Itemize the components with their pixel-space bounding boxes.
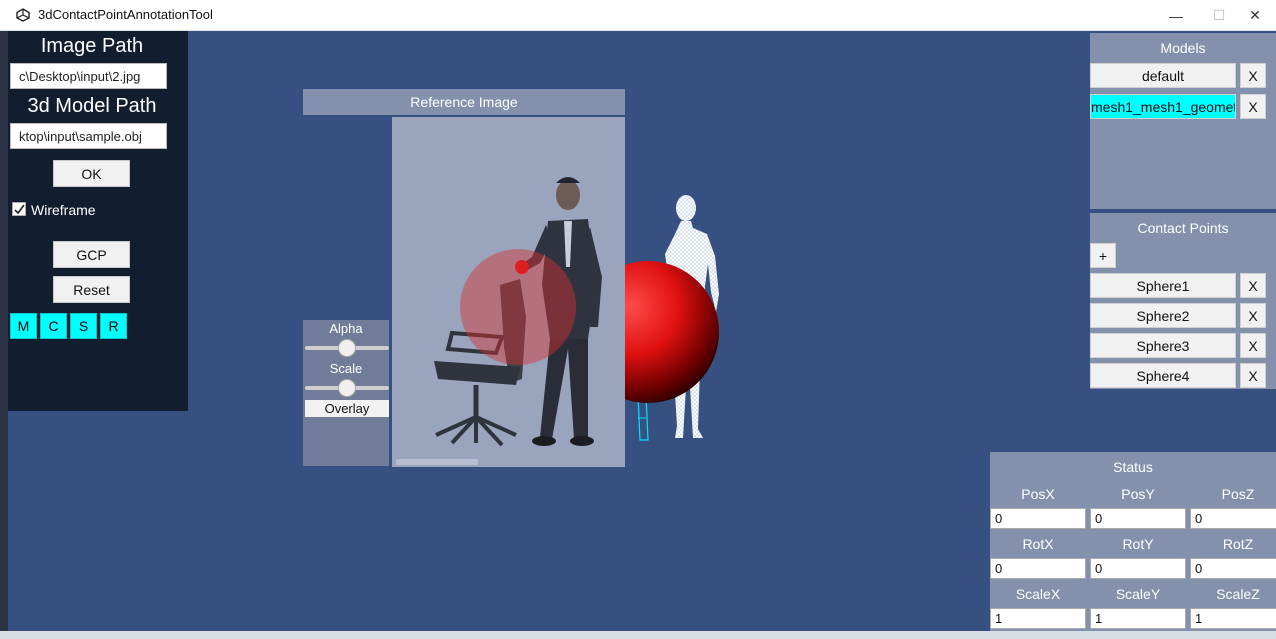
reference-image-header: Reference Image (303, 89, 625, 115)
reset-button[interactable]: Reset (53, 276, 130, 303)
rot-y-label: RotY (1122, 536, 1154, 552)
reference-image (392, 117, 625, 467)
contact-point-item[interactable]: Sphere3 (1090, 333, 1236, 358)
pos-x-label: PosX (1021, 486, 1055, 502)
overlay-control-panel: Alpha Scale Overlay (303, 320, 389, 466)
pos-x-input[interactable]: 0 (990, 508, 1086, 529)
scale-z-input[interactable]: 1 (1190, 608, 1276, 629)
model-item-mesh[interactable]: mesh1_mesh1_geometry (1090, 94, 1236, 119)
wireframe-label: Wireframe (31, 202, 96, 218)
alpha-slider[interactable] (305, 339, 389, 357)
window-titlebar: 3dContactPointAnnotationTool — ☐ ✕ (0, 0, 1276, 31)
overlay-button[interactable]: Overlay (305, 400, 389, 417)
wireframe-checkbox[interactable] (12, 202, 26, 216)
alpha-slider-thumb[interactable] (338, 339, 356, 357)
pos-z-label: PosZ (1221, 486, 1255, 502)
remove-contact-point-button[interactable]: X (1240, 303, 1266, 328)
pos-y-label: PosY (1121, 486, 1155, 502)
rot-x-input[interactable]: 0 (990, 558, 1086, 579)
model-path-input[interactable]: ktop\input\sample.obj (10, 123, 167, 149)
gcp-button[interactable]: GCP (53, 241, 130, 268)
remove-model-button[interactable]: X (1240, 63, 1266, 88)
contact-point-item[interactable]: Sphere1 (1090, 273, 1236, 298)
window-title: 3dContactPointAnnotationTool (38, 7, 213, 22)
scale-y-label: ScaleY (1115, 586, 1161, 602)
contact-point-item[interactable]: Sphere2 (1090, 303, 1236, 328)
rot-z-label: RotZ (1222, 536, 1254, 552)
taskbar-strip (0, 631, 1276, 639)
alpha-label: Alpha (329, 321, 363, 336)
rot-y-input[interactable]: 0 (1090, 558, 1186, 579)
image-path-heading: Image Path (40, 35, 144, 57)
scale-slider-thumb[interactable] (338, 379, 356, 397)
models-title: Models (1160, 40, 1206, 56)
model-item-default[interactable]: default (1090, 63, 1236, 88)
scale-x-input[interactable]: 1 (990, 608, 1086, 629)
contact-points-panel: Contact Points + Sphere1 X Sphere2 X Sph… (1090, 213, 1276, 389)
rot-x-label: RotX (1022, 536, 1054, 552)
rot-z-input[interactable]: 0 (1190, 558, 1276, 579)
contact-point-item[interactable]: Sphere4 (1090, 363, 1236, 388)
models-panel: Models default X mesh1_mesh1_geometry X (1090, 33, 1276, 209)
ok-button[interactable]: OK (53, 160, 130, 187)
status-panel: Status PosX PosY PosZ 0 0 0 RotX RotY Ro… (990, 452, 1276, 631)
scale-slider[interactable] (305, 379, 389, 397)
mode-s-button[interactable]: S (70, 313, 97, 339)
unity-app-icon (16, 8, 30, 22)
image-path-input[interactable]: c\Desktop\input\2.jpg (10, 63, 167, 89)
remove-model-button[interactable]: X (1240, 94, 1266, 119)
status-title: Status (1113, 459, 1153, 475)
desktop-strip (0, 0, 8, 639)
reference-photo-illustration (396, 177, 602, 465)
checkmark-icon (14, 204, 25, 215)
close-window-button[interactable]: ✕ (1232, 0, 1276, 31)
scale-label: Scale (329, 361, 363, 376)
mode-r-button[interactable]: R (100, 313, 127, 339)
pos-y-input[interactable]: 0 (1090, 508, 1186, 529)
remove-contact-point-button[interactable]: X (1240, 333, 1266, 358)
left-control-panel: Image Path c\Desktop\input\2.jpg 3d Mode… (8, 31, 188, 411)
pos-z-input[interactable]: 0 (1190, 508, 1276, 529)
scale-y-input[interactable]: 1 (1090, 608, 1186, 629)
mode-c-button[interactable]: C (40, 313, 67, 339)
scale-z-label: ScaleZ (1216, 586, 1260, 602)
model-path-heading: 3d Model Path (27, 95, 157, 117)
minimize-button[interactable]: — (1153, 0, 1199, 31)
remove-contact-point-button[interactable]: X (1240, 273, 1266, 298)
mode-m-button[interactable]: M (10, 313, 37, 339)
remove-contact-point-button[interactable]: X (1240, 363, 1266, 388)
scale-x-label: ScaleX (1015, 586, 1061, 602)
scene-viewport[interactable]: Image Path c\Desktop\input\2.jpg 3d Mode… (8, 31, 1276, 631)
contact-points-title: Contact Points (1137, 220, 1229, 236)
add-contact-point-button[interactable]: + (1090, 243, 1116, 268)
